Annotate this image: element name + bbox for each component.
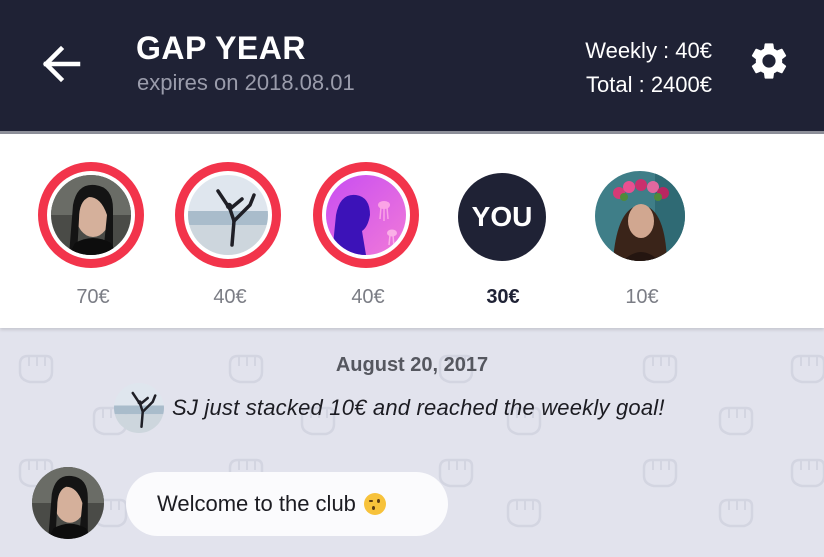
- winking-face-icon: [363, 493, 386, 515]
- member-amount: 70€: [76, 286, 110, 308]
- members-strip: 70€ 40€ 40€ YOU 30€ 10€: [0, 134, 824, 328]
- message-avatar[interactable]: [32, 467, 104, 539]
- total-amount: Total : 2400€: [586, 72, 712, 97]
- back-button[interactable]: [40, 42, 84, 86]
- member-amount: 40€: [351, 286, 385, 308]
- you-avatar: YOU: [458, 173, 546, 261]
- feed-date: August 20, 2017: [335, 354, 489, 376]
- member-avatar: [188, 175, 268, 255]
- gear-icon: [751, 43, 787, 79]
- member-amount: 40€: [213, 286, 247, 308]
- activity-feed[interactable]: August 20, 2017 SJ just stacked 10€ and …: [0, 330, 824, 557]
- member-avatar: [51, 175, 131, 255]
- member-ring: [38, 162, 144, 268]
- message-text: Welcome to the club: [157, 491, 356, 516]
- member-you[interactable]: YOU 30€: [448, 162, 558, 312]
- app-header: GAP YEAR expires on 2018.08.01 Weekly : …: [0, 0, 824, 131]
- event-text: SJ just stacked 10€ and reached the week…: [172, 395, 665, 420]
- goal-title: GAP YEAR: [136, 30, 306, 66]
- member-avatar: [595, 171, 685, 261]
- feed-event: SJ just stacked 10€ and reached the week…: [114, 382, 665, 434]
- member-3[interactable]: 40€: [313, 162, 423, 312]
- goal-expiry: expires on 2018.08.01: [137, 70, 355, 95]
- member-2[interactable]: 40€: [175, 162, 285, 312]
- member-1[interactable]: 70€: [38, 162, 148, 312]
- member-ring: [175, 162, 281, 268]
- member-5[interactable]: 10€: [587, 162, 697, 312]
- member-amount: 30€: [486, 286, 520, 308]
- weekly-amount: Weekly : 40€: [585, 38, 712, 63]
- settings-button[interactable]: [747, 39, 791, 83]
- member-avatar: [326, 175, 406, 255]
- arrow-left-icon: [42, 45, 81, 83]
- member-amount: 10€: [625, 286, 659, 308]
- event-avatar: [114, 383, 164, 433]
- message-bubble[interactable]: Welcome to the club: [126, 472, 448, 536]
- member-ring: [313, 162, 419, 268]
